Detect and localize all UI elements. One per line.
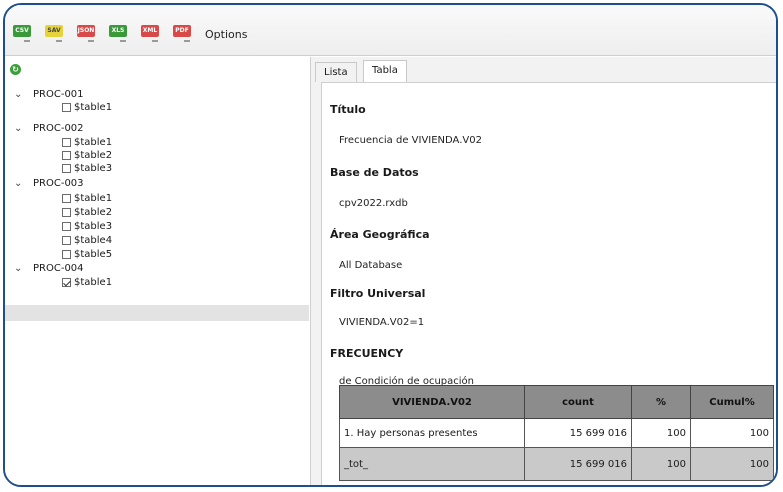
selected-row-highlight — [5, 305, 309, 321]
tree-item-table[interactable]: $table1 — [5, 102, 305, 114]
row-label: 1. Hay personas presentes — [339, 418, 525, 448]
tree-item-table[interactable]: $table3 — [5, 163, 305, 175]
table-label: $table3 — [74, 221, 113, 232]
tree-item-table[interactable]: $table5 — [5, 249, 305, 261]
table-checkbox[interactable] — [62, 222, 71, 231]
tree-proc-002[interactable]: ⌄ PROC-002 — [5, 123, 305, 135]
table-label: $table2 — [74, 150, 113, 161]
total-percent: 100 — [631, 447, 691, 481]
filtro-heading: Filtro Universal — [330, 287, 426, 300]
tree-item-table[interactable]: $table4 — [5, 235, 305, 247]
chevron-down-icon[interactable]: ⌄ — [14, 263, 22, 275]
table-label: $table1 — [74, 277, 113, 288]
area-heading: Área Geográfica — [330, 228, 430, 241]
table-checkbox[interactable] — [62, 138, 71, 147]
tree-proc-003[interactable]: ⌄ PROC-003 — [5, 178, 305, 190]
report-content: Título Frecuencia de VIVIENDA.V02 Base d… — [321, 82, 776, 485]
header-cumul: Cumul% — [690, 385, 774, 419]
header-vivienda: VIVIENDA.V02 — [339, 385, 525, 419]
table-label: $table1 — [74, 102, 113, 113]
titulo-value: Frecuencia de VIVIENDA.V02 — [339, 135, 482, 146]
toolbar: CSV SAV JSON XLS XML PDF Options — [5, 5, 776, 56]
xls-dropdown-icon[interactable] — [120, 40, 126, 42]
xls-export-icon[interactable]: XLS — [109, 25, 127, 37]
proc-label: PROC-003 — [33, 178, 84, 189]
tree-item-table[interactable]: $table2 — [5, 207, 305, 219]
proc-label: PROC-001 — [33, 89, 84, 100]
row-percent: 100 — [631, 418, 691, 448]
table-label: $table2 — [74, 207, 113, 218]
table-checkbox[interactable] — [62, 208, 71, 217]
row-cumul: 100 — [690, 418, 774, 448]
proc-label: PROC-004 — [33, 263, 84, 274]
json-export-icon[interactable]: JSON — [77, 25, 95, 37]
tree-item-table-selected[interactable]: $table1 — [5, 277, 305, 289]
xml-export-icon[interactable]: XML — [141, 25, 159, 37]
total-label: _tot_ — [339, 447, 525, 481]
table-checkbox[interactable] — [62, 250, 71, 259]
table-label: $table5 — [74, 249, 113, 260]
header-percent: % — [631, 385, 691, 419]
tab-tabla[interactable]: Tabla — [363, 60, 407, 82]
table-label: $table4 — [74, 235, 113, 246]
sav-dropdown-icon[interactable] — [56, 40, 62, 42]
tree-pane: ↻ ⌄ PROC-001 $table1 ⌄ PROC-002 $table1 … — [5, 57, 311, 485]
frequency-table: VIVIENDA.V02 count % Cumul% 1. Hay perso… — [339, 385, 774, 481]
tree-proc-004[interactable]: ⌄ PROC-004 — [5, 263, 305, 275]
area-value: All Database — [339, 260, 403, 271]
tab-lista[interactable]: Lista — [315, 62, 357, 82]
chevron-down-icon[interactable]: ⌄ — [14, 123, 22, 135]
root-node-icon[interactable]: ↻ — [10, 64, 21, 75]
titulo-heading: Título — [330, 103, 366, 116]
xml-dropdown-icon[interactable] — [152, 40, 158, 42]
tree-item-table[interactable]: $table1 — [5, 137, 305, 149]
table-checkbox[interactable] — [62, 194, 71, 203]
tree-proc-001[interactable]: ⌄ PROC-001 — [5, 89, 305, 101]
pdf-dropdown-icon[interactable] — [184, 40, 190, 42]
filtro-value: VIVIENDA.V02=1 — [339, 317, 425, 328]
proc-label: PROC-002 — [33, 123, 84, 134]
csv-export-icon[interactable]: CSV — [13, 25, 31, 37]
base-heading: Base de Datos — [330, 166, 419, 179]
frecuency-heading: FRECUENCY — [330, 347, 404, 360]
table-total-row: _tot_ 15 699 016 100 100 — [339, 447, 774, 481]
right-pane: Lista Tabla Título Frecuencia de VIVIEND… — [311, 57, 776, 485]
csv-dropdown-icon[interactable] — [24, 40, 30, 42]
tree-item-table[interactable]: $table1 — [5, 193, 305, 205]
table-header-row: VIVIENDA.V02 count % Cumul% — [339, 385, 774, 419]
sav-export-icon[interactable]: SAV — [45, 25, 63, 37]
chevron-down-icon[interactable]: ⌄ — [14, 89, 22, 101]
table-label: $table3 — [74, 163, 113, 174]
table-label: $table1 — [74, 137, 113, 148]
chevron-down-icon[interactable]: ⌄ — [14, 178, 22, 190]
header-count: count — [524, 385, 632, 419]
total-count: 15 699 016 — [524, 447, 632, 481]
table-row: 1. Hay personas presentes 15 699 016 100… — [339, 418, 774, 448]
app-window: CSV SAV JSON XLS XML PDF Options ↻ ⌄ PRO… — [3, 3, 778, 487]
table-checkbox[interactable] — [62, 151, 71, 160]
base-value: cpv2022.rxdb — [339, 198, 408, 209]
options-menu[interactable]: Options — [205, 28, 247, 41]
table-checkbox[interactable] — [62, 103, 71, 112]
table-checkbox-checked[interactable] — [62, 278, 71, 287]
json-dropdown-icon[interactable] — [88, 40, 94, 42]
tree-item-table[interactable]: $table3 — [5, 221, 305, 233]
row-count: 15 699 016 — [524, 418, 632, 448]
tree-item-table[interactable]: $table2 — [5, 150, 305, 162]
pdf-export-icon[interactable]: PDF — [173, 25, 191, 37]
total-cumul: 100 — [690, 447, 774, 481]
table-label: $table1 — [74, 193, 113, 204]
table-checkbox[interactable] — [62, 164, 71, 173]
table-checkbox[interactable] — [62, 236, 71, 245]
